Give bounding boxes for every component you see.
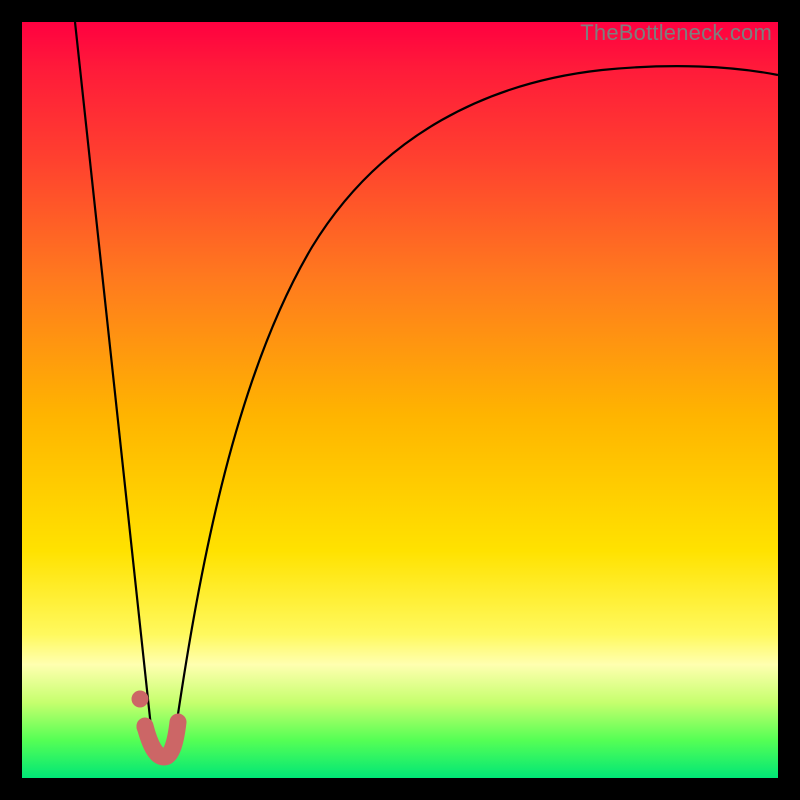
- right-curve-line: [173, 66, 778, 748]
- chart-frame: TheBottleneck.com: [0, 0, 800, 800]
- plot-area: TheBottleneck.com: [22, 22, 778, 778]
- chart-svg: [22, 22, 778, 778]
- marker-dot-upper: [132, 691, 149, 708]
- marker-dot-lower: [137, 719, 154, 736]
- left-slope-line: [75, 22, 154, 755]
